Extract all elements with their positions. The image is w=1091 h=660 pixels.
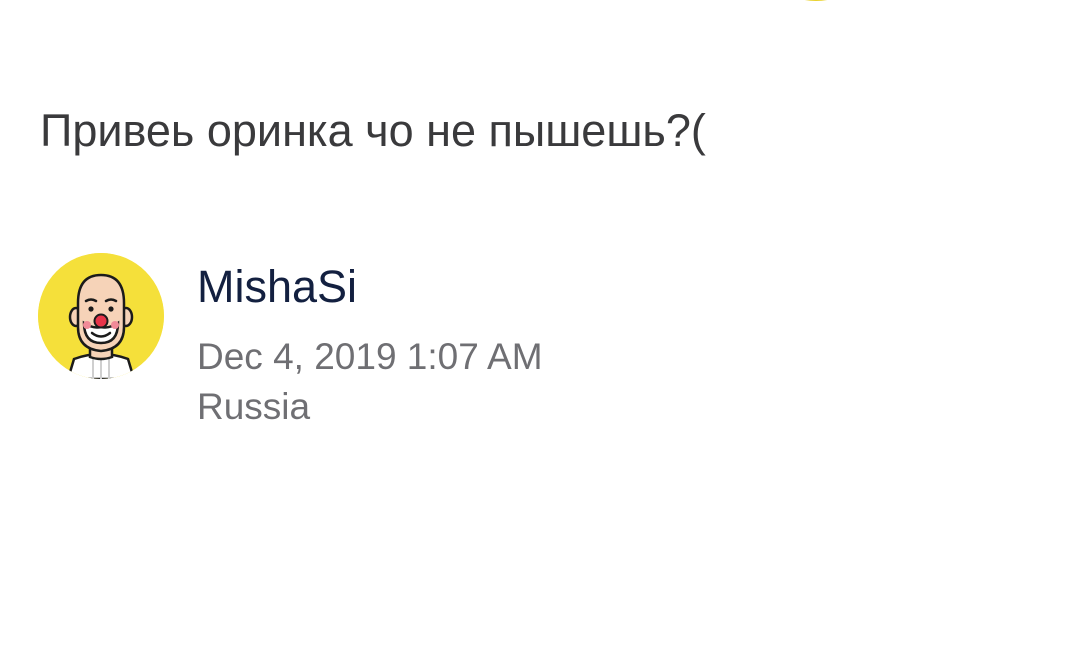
comment-location: Russia [197, 386, 311, 427]
comment-author-block: MishaSi Dec 4, 2019 1:07 AM Russia [38, 253, 543, 433]
clown-face-avatar-icon [38, 253, 164, 379]
comment-timestamp: Dec 4, 2019 1:07 AM [197, 336, 543, 377]
author-name[interactable]: MishaSi [197, 257, 543, 317]
author-info: MishaSi Dec 4, 2019 1:07 AM Russia [197, 253, 543, 433]
author-avatar[interactable] [38, 253, 164, 379]
comment-text: Привеь оринка чо не пышешь?( [40, 105, 706, 156]
